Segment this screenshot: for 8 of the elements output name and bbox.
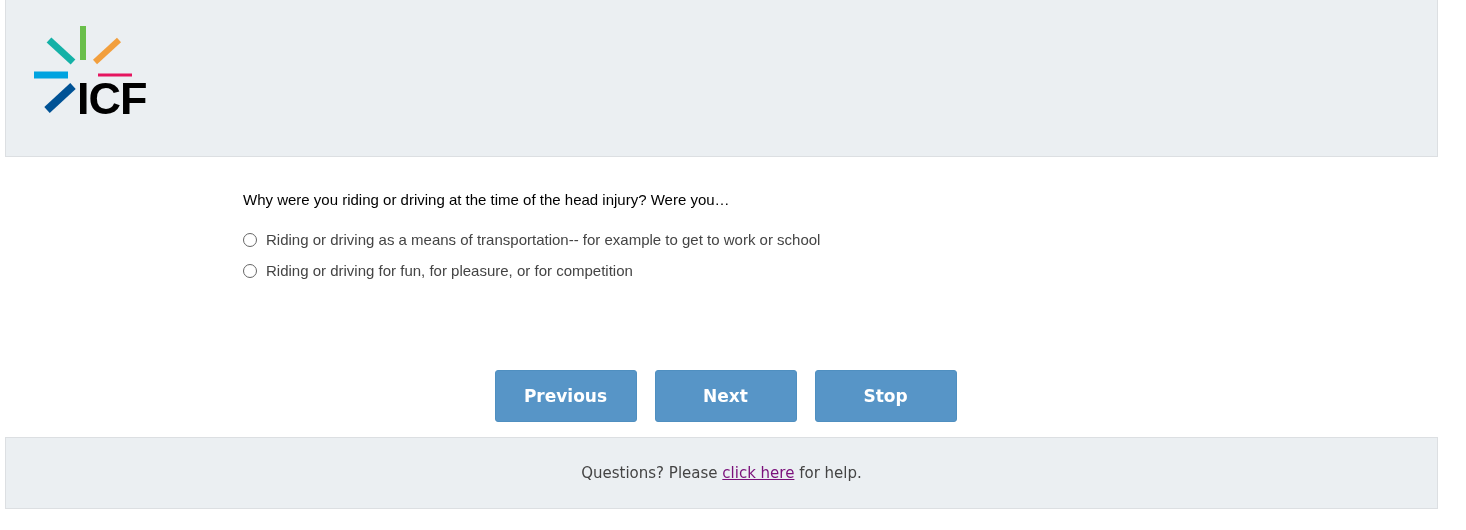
option-label[interactable]: Riding or driving as a means of transportation-- for example to get to work or school [266,231,821,248]
question-text: Why were you riding or driving at the time of the head injury? Were you… [243,191,731,208]
help-link[interactable]: click here [722,464,795,482]
logo-text: ICF [77,76,147,121]
radio-button[interactable] [243,232,257,247]
help-text: Questions? Please click here for help. [581,464,862,482]
radio-button[interactable] [243,263,257,278]
option-label[interactable]: Riding or driving for fun, for pleasure, or for competition [266,262,633,279]
